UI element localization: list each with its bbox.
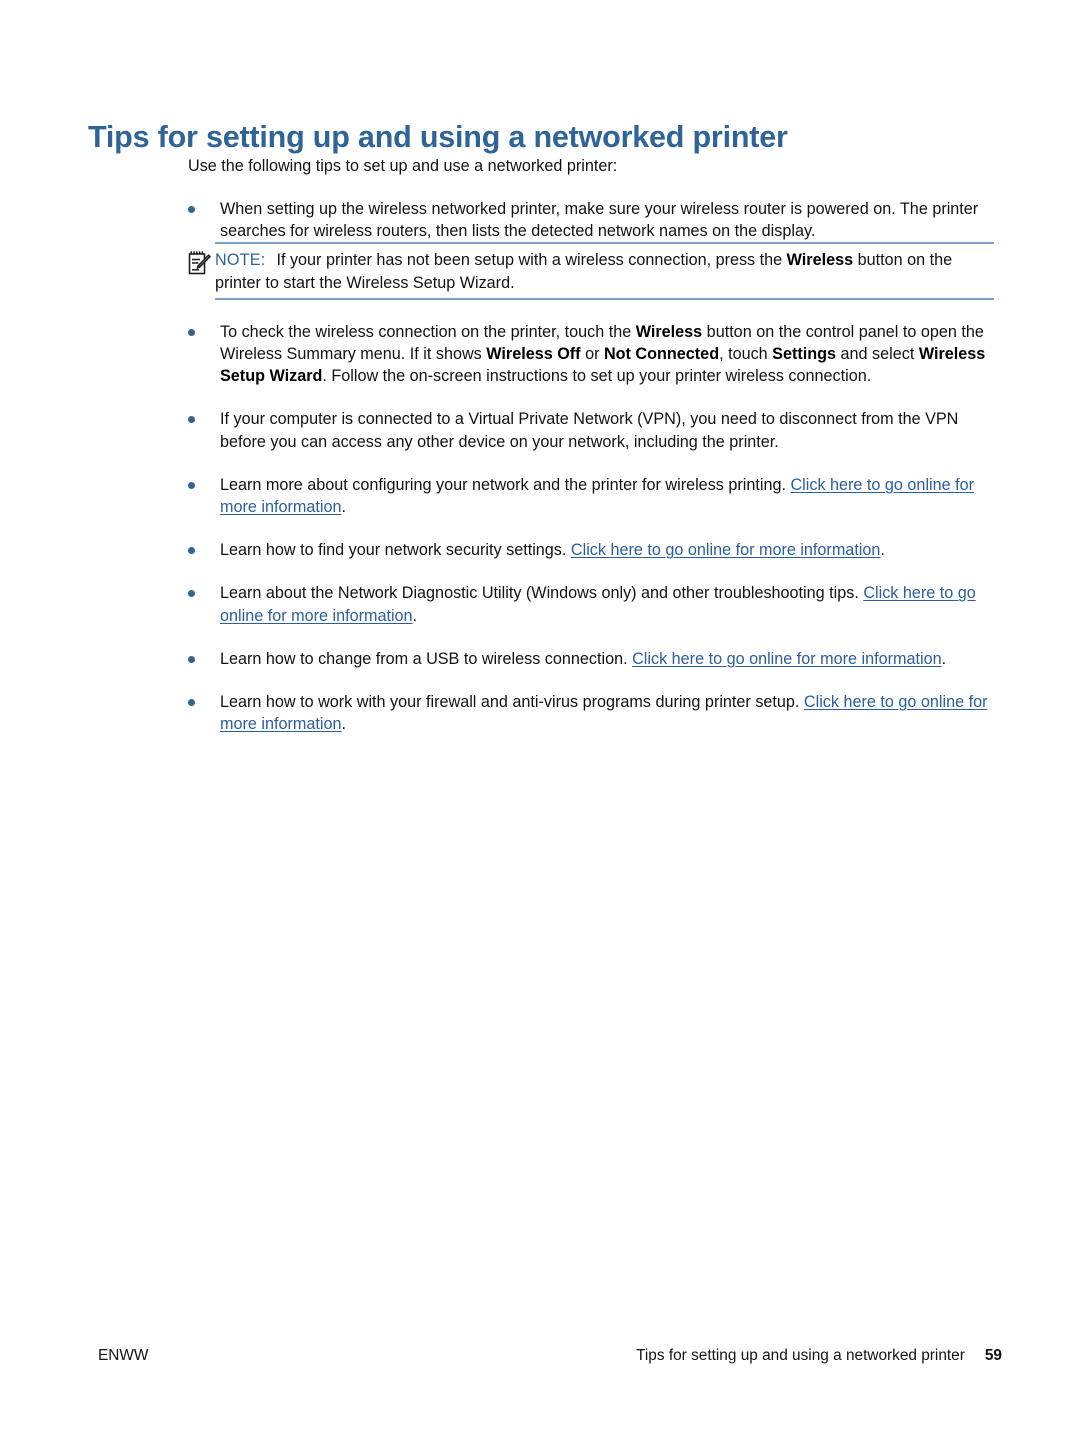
note-rule-bottom	[215, 297, 994, 300]
b4-text: Learn more about configuring your networ…	[220, 475, 791, 494]
b5-tail: .	[880, 541, 885, 560]
list-item: Learn about the Network Diagnostic Utili…	[188, 582, 994, 626]
b4-tail: .	[341, 498, 346, 517]
b2-text-4: , touch	[719, 345, 773, 364]
note-admonition: NOTE: If your printer has not been setup …	[188, 242, 994, 300]
tips-list-part-1: When setting up the wireless networked p…	[188, 198, 994, 242]
footer-section-title-group: Tips for setting up and using a networke…	[636, 1347, 1002, 1365]
b2-bold-wireless-off: Wireless Off	[486, 345, 581, 364]
tips-list-part-2: To check the wireless connection on the …	[188, 321, 994, 736]
b7-text: Learn how to change from a USB to wirele…	[220, 649, 633, 668]
page-title: Tips for setting up and using a networke…	[88, 120, 788, 155]
note-rule-top	[215, 242, 994, 245]
note-bold-wireless: Wireless	[786, 251, 854, 270]
note-body: NOTE: If your printer has not been setup …	[188, 249, 994, 293]
footer-locale-code: ENWW	[98, 1347, 149, 1364]
bullet-dot-icon	[188, 481, 195, 489]
list-item: Learn how to work with your firewall and…	[188, 691, 994, 735]
list-item: To check the wireless connection on the …	[188, 321, 994, 388]
b2-text-1: To check the wireless connection on the …	[220, 322, 636, 341]
bullet-dot-icon	[188, 206, 195, 213]
b8-text: Learn how to work with your firewall and…	[220, 693, 804, 712]
document-page: Tips for setting up and using a networke…	[0, 0, 1080, 1437]
list-item: When setting up the wireless networked p…	[188, 198, 994, 242]
b2-text-3: or	[580, 345, 604, 364]
more-info-link[interactable]: Click here to go online for more informa…	[571, 541, 881, 559]
b2-bold-not-connected: Not Connected	[603, 345, 720, 364]
footer-section-title: Tips for setting up and using a networke…	[636, 1347, 965, 1364]
list-item: Learn how to change from a USB to wirele…	[188, 648, 994, 670]
b2-bold-settings: Settings	[772, 345, 837, 364]
b5-text: Learn how to find your network security …	[220, 541, 571, 560]
bullet-dot-icon	[188, 416, 195, 424]
notepad-pencil-icon	[188, 250, 211, 275]
note-text-1: If your printer has not been setup with …	[276, 251, 787, 270]
b2-text-6: . Follow the on-screen instructions to s…	[322, 367, 872, 386]
b3-text: If your computer is connected to a Virtu…	[220, 410, 959, 451]
bullet-dot-icon	[188, 699, 195, 707]
list-item: Learn more about configuring your networ…	[188, 474, 994, 518]
list-item: Learn how to find your network security …	[188, 539, 994, 561]
footer-page-number: 59	[984, 1347, 1002, 1364]
page-footer: ENWW Tips for setting up and using a net…	[0, 1347, 1080, 1371]
b6-text: Learn about the Network Diagnostic Utili…	[220, 584, 864, 603]
b8-tail: .	[341, 715, 346, 734]
bullet-dot-icon	[188, 547, 195, 555]
more-info-link[interactable]: Click here to go online for more informa…	[632, 650, 942, 668]
list-item: If your computer is connected to a Virtu…	[188, 408, 994, 452]
bullet-dot-icon	[188, 590, 195, 598]
b6-tail: .	[412, 606, 418, 625]
b2-bold-wireless: Wireless	[635, 322, 703, 341]
content-column: Use the following tips to set up and use…	[188, 155, 994, 735]
note-label: NOTE:	[215, 251, 266, 270]
b7-tail: .	[941, 649, 947, 668]
bullet-dot-icon	[188, 328, 195, 336]
bullet-text-line1: When setting up the wireless networked p…	[220, 200, 896, 218]
b2-text-5: and select	[836, 345, 919, 364]
bullet-dot-icon	[188, 655, 195, 663]
intro-paragraph: Use the following tips to set up and use…	[188, 157, 618, 175]
